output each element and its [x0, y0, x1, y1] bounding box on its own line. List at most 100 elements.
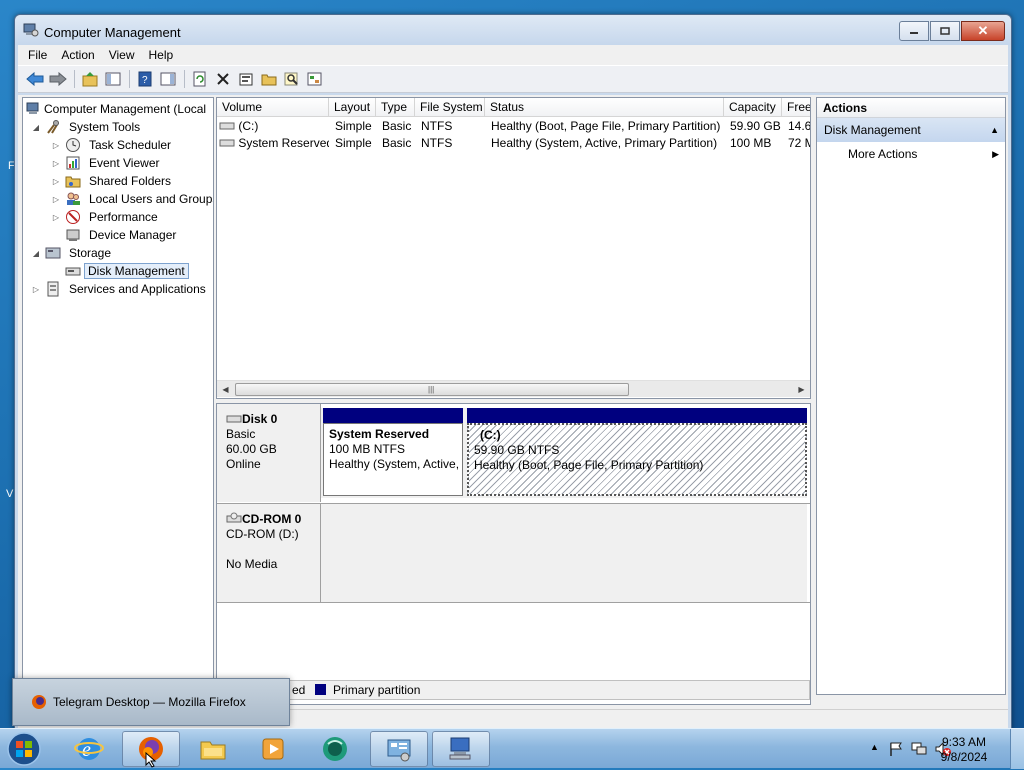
disk-0-label[interactable]: Disk 0 Basic 60.00 GB Online [217, 404, 321, 502]
collapse-arrow-icon[interactable]: ◢ [31, 123, 41, 132]
show-hide-action-pane-button[interactable] [157, 68, 179, 90]
scroll-thumb[interactable]: ||| [235, 383, 629, 396]
help-icon: ? [138, 71, 152, 87]
partition-status: Healthy (System, Active, [329, 457, 460, 471]
minimize-icon [910, 32, 918, 34]
taskbar-control-panel[interactable] [370, 731, 428, 767]
menu-bar: File Action View Help [18, 45, 1008, 65]
media-player-icon [262, 738, 284, 760]
column-volume[interactable]: Volume [217, 98, 329, 117]
table-row[interactable]: System Reserved Simple Basic NTFS Health… [217, 135, 810, 152]
partition-c[interactable]: (C:) 59.90 GB NTFS Healthy (Boot, Page F… [467, 408, 807, 496]
scroll-left-icon[interactable]: ◀ [217, 381, 234, 398]
scroll-right-icon[interactable]: ▶ [793, 381, 810, 398]
tree-item-device-manager[interactable]: Device Manager [65, 226, 181, 244]
search-button[interactable] [281, 68, 303, 90]
tree-label: Services and Applications [69, 282, 206, 296]
performance-icon [66, 210, 80, 224]
up-folder-button[interactable] [79, 68, 101, 90]
expand-arrow-icon[interactable]: ▷ [51, 141, 61, 150]
cell-type: Basic [382, 136, 412, 150]
partition-box-selected: (C:) 59.90 GB NTFS Healthy (Boot, Page F… [467, 423, 807, 496]
taskbar-explorer[interactable] [184, 731, 242, 767]
actions-section-disk-management[interactable]: Disk Management ▲ [817, 118, 1005, 142]
start-button[interactable] [6, 731, 46, 767]
tree-item-task-scheduler[interactable]: ▷ Task Scheduler [51, 136, 176, 154]
column-file-system[interactable]: File System [415, 98, 485, 117]
menu-action[interactable]: Action [61, 48, 94, 62]
taskbar: e ▲ 9:33 AM 9/8/2024 [0, 728, 1024, 769]
grip-icon: ||| [428, 385, 435, 394]
tree-item-system-tools[interactable]: ◢ System Tools [31, 118, 145, 136]
settings-button[interactable] [304, 68, 326, 90]
minimize-button[interactable] [899, 21, 929, 41]
tree-item-shared-folders[interactable]: ▷ Shared Folders [51, 172, 176, 190]
properties-button[interactable] [235, 68, 257, 90]
mouse-cursor-icon [145, 752, 157, 768]
tree-item-performance[interactable]: ▷ Performance [51, 208, 163, 226]
shared-folder-icon [65, 176, 81, 188]
partition-system-reserved[interactable]: System Reserved 100 MB NTFS Healthy (Sys… [323, 408, 463, 496]
tree-item-disk-management[interactable]: Disk Management [65, 262, 189, 280]
menu-help[interactable]: Help [149, 48, 174, 62]
expand-arrow-icon[interactable]: ▷ [51, 177, 61, 186]
more-actions-item[interactable]: More Actions ▶ [817, 142, 1005, 166]
title-bar[interactable]: Computer Management ✕ [15, 15, 1011, 45]
tree-item-event-viewer[interactable]: ▷ Event Viewer [51, 154, 164, 172]
taskbar-app-sphere[interactable] [306, 731, 364, 767]
actions-pane: Actions Disk Management ▲ More Actions ▶ [816, 97, 1006, 695]
menu-view[interactable]: View [109, 48, 135, 62]
cdrom-media: No Media [226, 557, 278, 571]
column-status[interactable]: Status [485, 98, 724, 117]
back-arrow-icon [26, 72, 44, 86]
partition-size: 100 MB NTFS [329, 442, 406, 456]
action-center-flag-icon[interactable] [888, 741, 904, 757]
show-desktop-button[interactable] [1010, 729, 1024, 769]
network-icon[interactable] [910, 741, 928, 757]
tree-item-services-applications[interactable]: ▷ Services and Applications [31, 280, 211, 298]
collapse-up-icon[interactable]: ▲ [990, 118, 999, 142]
back-button[interactable] [24, 68, 46, 90]
taskbar-computer-management[interactable] [432, 731, 490, 767]
tree-item-local-users[interactable]: ▷ Local Users and Groups [51, 190, 213, 208]
delete-button[interactable] [212, 68, 234, 90]
taskbar-thumbnail-tooltip[interactable]: Telegram Desktop — Mozilla Firefox [12, 678, 290, 726]
column-type[interactable]: Type [376, 98, 415, 117]
taskbar-firefox[interactable] [122, 731, 180, 768]
column-free[interactable]: Free [782, 98, 810, 117]
maximize-button[interactable] [930, 21, 960, 41]
more-actions-label: More Actions [848, 147, 918, 161]
partition-type-bar [467, 408, 807, 423]
forward-button[interactable] [47, 68, 69, 90]
expand-arrow-icon[interactable]: ▷ [51, 213, 61, 222]
horizontal-scrollbar[interactable]: ◀ ||| ▶ [217, 380, 810, 397]
tree-label: System Tools [69, 120, 141, 134]
cd-rom-icon [226, 512, 242, 523]
table-row[interactable]: (C:) Simple Basic NTFS Healthy (Boot, Pa… [217, 118, 810, 135]
clock[interactable]: 9:33 AM 9/8/2024 [934, 735, 994, 765]
menu-file[interactable]: File [28, 48, 47, 62]
refresh-button[interactable] [189, 68, 211, 90]
expand-arrow-icon[interactable]: ▷ [51, 159, 61, 168]
expand-arrow-icon[interactable]: ▷ [51, 195, 61, 204]
disk-management-icon [65, 267, 81, 276]
close-button[interactable]: ✕ [961, 21, 1005, 41]
cell-capacity: 59.90 GB [730, 119, 781, 133]
open-button[interactable] [258, 68, 280, 90]
show-hide-tree-button[interactable] [102, 68, 124, 90]
tree-item-computer-management[interactable]: Computer Management (Local [25, 100, 206, 118]
taskbar-media-player[interactable] [244, 731, 302, 767]
column-capacity[interactable]: Capacity [724, 98, 782, 117]
cell-layout: Simple [335, 136, 372, 150]
show-hidden-icons-icon[interactable]: ▲ [870, 742, 879, 752]
collapse-arrow-icon[interactable]: ◢ [31, 249, 41, 258]
system-tools-icon [47, 120, 59, 134]
expand-arrow-icon[interactable]: ▷ [31, 285, 41, 294]
cdrom-0-label[interactable]: CD-ROM 0 CD-ROM (D:) No Media [217, 504, 321, 602]
help-button[interactable]: ? [134, 68, 156, 90]
taskbar-internet-explorer[interactable]: e [60, 731, 118, 767]
tree-item-storage[interactable]: ◢ Storage [31, 244, 116, 262]
column-layout[interactable]: Layout [329, 98, 376, 117]
submenu-arrow-icon: ▶ [992, 149, 999, 159]
clock-icon [66, 138, 80, 152]
